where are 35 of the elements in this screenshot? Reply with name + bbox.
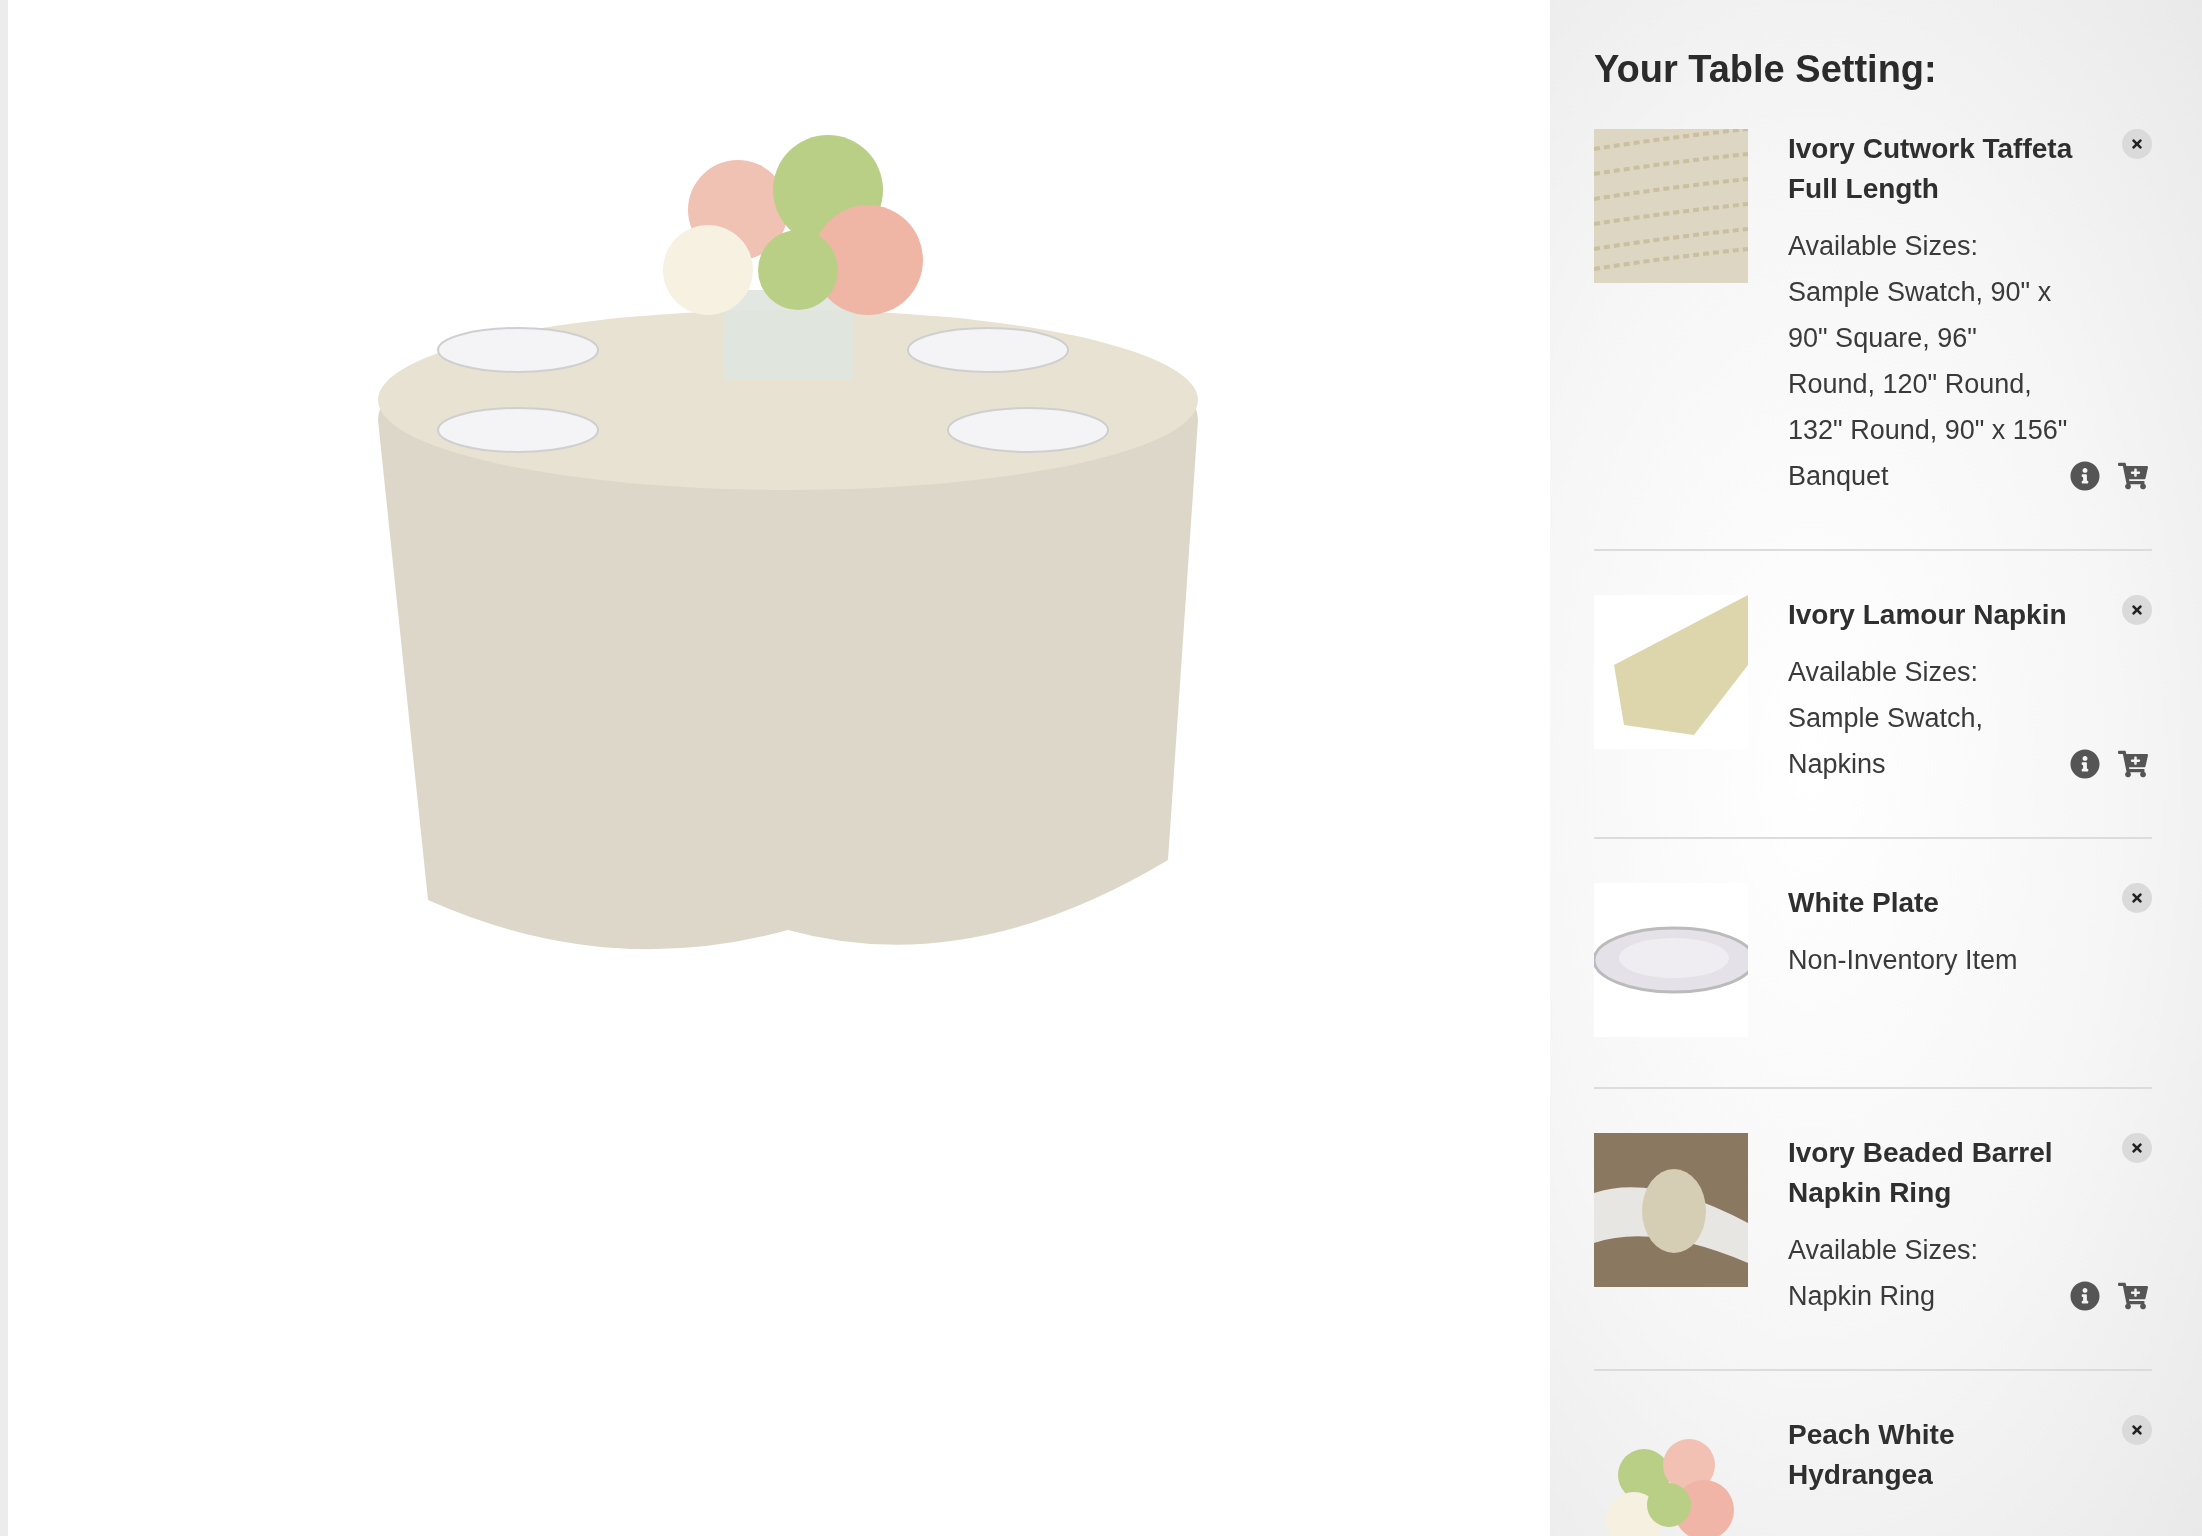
available-sizes: Sample Swatch, 90" x 90" Square, 96" Round, 120" Round, 132" Round, 90" x 156" Banquet — [1788, 276, 2068, 493]
remove-button[interactable] — [2122, 129, 2152, 159]
close-icon — [2130, 137, 2144, 151]
add-to-cart-icon[interactable] — [2118, 1281, 2148, 1311]
cart-glyph-icon — [2118, 461, 2148, 491]
product-name: White Plate — [1788, 886, 1940, 920]
remove-button[interactable] — [2122, 1133, 2152, 1163]
cart-glyph-icon — [2118, 749, 2148, 779]
add-to-cart-icon[interactable] — [2118, 749, 2148, 779]
info-icon[interactable] — [2070, 749, 2100, 779]
sizes-label: Available Sizes: — [1788, 656, 1980, 689]
info-glyph-icon — [2070, 461, 2100, 491]
cart-glyph-icon — [2118, 1281, 2148, 1311]
remove-button[interactable] — [2122, 595, 2152, 625]
close-icon — [2130, 603, 2144, 617]
product-name: Ivory Lamour Napkin — [1788, 598, 2068, 632]
product-name: Peach White Hydrangea — [1788, 1418, 1956, 1492]
product-name: Ivory Beaded Barrel Napkin Ring — [1788, 1136, 2054, 1210]
sizes-label: Available Sizes: — [1788, 230, 1980, 263]
close-icon — [2130, 1423, 2144, 1437]
close-icon — [2130, 1141, 2144, 1155]
info-icon[interactable] — [2070, 461, 2100, 491]
available-sizes: Sample Swatch, Napkins — [1788, 702, 1985, 781]
remove-button[interactable] — [2122, 883, 2152, 913]
add-to-cart-icon[interactable] — [2118, 461, 2148, 491]
close-icon — [2130, 891, 2144, 905]
available-sizes: Napkin Ring — [1788, 1280, 1937, 1313]
item-note: Non-Inventory Item — [1788, 944, 2019, 977]
sizes-label: Available Sizes: — [1788, 1234, 1980, 1267]
info-glyph-icon — [2070, 749, 2100, 779]
info-glyph-icon — [2070, 1281, 2100, 1311]
info-icon[interactable] — [2070, 1281, 2100, 1311]
product-name: Ivory Cutwork Taffeta Full Length — [1788, 132, 2074, 206]
panel-title: Your Table Setting: — [1594, 48, 1938, 91]
remove-button[interactable] — [2122, 1415, 2152, 1445]
